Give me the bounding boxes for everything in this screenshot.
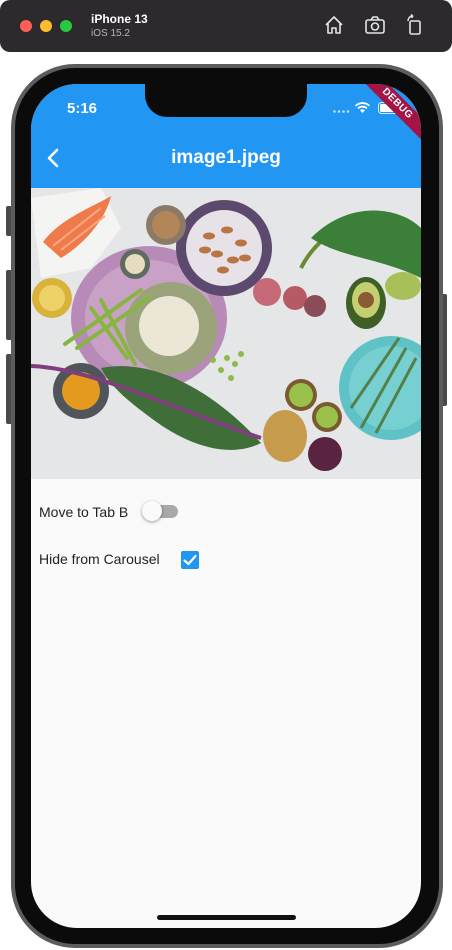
home-indicator[interactable] — [157, 915, 296, 920]
home-icon[interactable] — [323, 14, 345, 36]
camera-icon[interactable] — [364, 14, 386, 36]
phone-screen: 5:16 DEBUG image1.jpeg Move to Tab B Hid… — [31, 84, 421, 928]
zoom-window-button[interactable] — [60, 20, 72, 32]
switch-thumb — [142, 501, 162, 521]
minimize-window-button[interactable] — [40, 20, 52, 32]
simulator-title-bar: iPhone 13 iOS 15.2 — [0, 0, 452, 52]
signal-icon — [333, 110, 350, 113]
move-to-tab-label: Move to Tab B — [39, 504, 129, 520]
hide-from-carousel-checkbox[interactable] — [181, 551, 199, 569]
page-title: image1.jpeg — [171, 147, 281, 168]
debug-banner: DEBUG — [355, 84, 421, 146]
wifi-icon — [355, 102, 370, 113]
move-to-tab-switch[interactable] — [142, 501, 180, 521]
rotate-icon[interactable] — [404, 14, 426, 36]
device-name: iPhone 13 — [91, 12, 148, 26]
hide-from-carousel-label: Hide from Carousel — [39, 551, 160, 567]
close-window-button[interactable] — [20, 20, 32, 32]
status-time: 5:16 — [67, 100, 98, 117]
os-version: iOS 15.2 — [91, 28, 130, 39]
checkmark-icon — [183, 554, 197, 566]
food-photo — [31, 188, 421, 479]
notch — [145, 84, 307, 117]
